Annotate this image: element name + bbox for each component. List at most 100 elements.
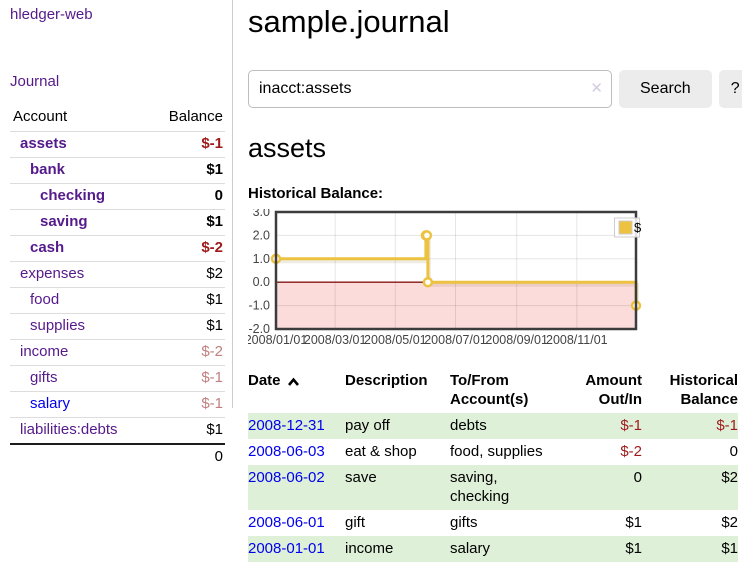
account-row: income $-2 [10, 340, 225, 366]
transaction-date-link[interactable]: 2008-06-02 [248, 469, 325, 486]
transaction-row: 2008-06-01giftgifts$1$2 [248, 510, 738, 536]
transaction-balance: $-1 [642, 413, 738, 439]
transaction-row: 2008-06-03eat & shopfood, supplies$-20 [248, 439, 738, 465]
transaction-balance: 0 [642, 439, 738, 465]
transaction-description: gift [345, 510, 450, 536]
account-link[interactable]: expenses [20, 265, 84, 282]
help-button[interactable]: ? [719, 70, 742, 108]
account-link[interactable]: cash [30, 239, 64, 256]
account-balance: 0 [150, 184, 225, 210]
account-link[interactable]: salary [30, 395, 70, 412]
sidebar-item-journal[interactable]: Journal [10, 73, 225, 90]
transaction-date-link[interactable]: 2008-01-01 [248, 540, 325, 557]
x-axis-tick-label: 2008/07/01 [424, 333, 487, 347]
transaction-accounts: gifts [450, 510, 560, 536]
chart-heading: Historical Balance: [248, 185, 738, 202]
account-link[interactable]: supplies [30, 317, 85, 334]
legend-label: $ [634, 220, 642, 235]
account-link[interactable]: bank [30, 161, 65, 178]
transaction-amount: 0 [560, 465, 642, 510]
transaction-amount: $-2 [560, 439, 642, 465]
account-row: supplies $1 [10, 314, 225, 340]
account-balance: $1 [150, 314, 225, 340]
accounts-table-body: assets$-1bank$1checking0saving$1cash$-2e… [10, 132, 225, 445]
search-button[interactable]: Search [619, 70, 712, 108]
transaction-accounts: debts [450, 413, 560, 439]
transaction-row: 2008-06-02 savesaving, checking0$2 [248, 465, 738, 510]
account-link[interactable]: food [30, 291, 59, 308]
transaction-date-link[interactable]: 2008-12-31 [248, 417, 325, 434]
transaction-description: save [345, 465, 450, 510]
account-link[interactable]: income [20, 343, 68, 360]
account-heading: assets [248, 133, 738, 164]
account-balance: $-1 [150, 132, 225, 158]
sidebar-divider [232, 0, 233, 408]
search-input-wrap: ✕ [248, 70, 612, 108]
account-row: salary $-1 [10, 392, 225, 418]
account-balance: $1 [150, 418, 225, 445]
account-link[interactable]: gifts [30, 369, 58, 386]
historical-balance-chart: $3.02.01.00.0-1.0-2.02008/01/012008/03/0… [248, 209, 643, 349]
account-balance: $2 [150, 262, 225, 288]
transaction-row: 2008-01-01incomesalary$1$1 [248, 536, 738, 562]
chart-svg: $3.02.01.00.0-1.0-2.02008/01/012008/03/0… [248, 209, 643, 349]
account-link[interactable]: checking [40, 187, 105, 204]
main-content: sample.journal ✕ Search ? assets Histori… [248, 0, 738, 562]
search-form: ✕ Search ? [248, 70, 738, 108]
x-axis-tick-label: 2008/09/01 [485, 333, 548, 347]
register-col-balance: Historical Balance [642, 369, 738, 413]
account-row: cash $-2 [10, 236, 225, 262]
transaction-balance: $2 [642, 465, 738, 510]
transaction-description: pay off [345, 413, 450, 439]
hledger-web-page: hledger-web Journal Account Balance asse… [0, 0, 742, 582]
transaction-balance: $1 [642, 536, 738, 562]
account-balance: $-1 [150, 392, 225, 418]
accounts-table: Account Balance assets $-1 bank $1 checking 0… [10, 104, 225, 470]
account-row: assets $-1 [10, 132, 225, 158]
register-col-date[interactable]: Date [248, 369, 345, 413]
app-title-link[interactable]: hledger-web [10, 6, 225, 23]
account-link[interactable]: liabilities:debts [20, 421, 118, 438]
sidebar: hledger-web Journal Account Balance asse… [0, 0, 232, 470]
search-input[interactable] [248, 70, 612, 108]
page-title: sample.journal [248, 0, 738, 40]
transaction-amount: $1 [560, 536, 642, 562]
legend-swatch [619, 221, 632, 234]
x-axis-tick-label: 2008/11/01 [546, 333, 608, 347]
account-balance: $-2 [150, 236, 225, 262]
account-balance: $-1 [150, 366, 225, 392]
y-axis-tick-label: 2.0 [253, 228, 270, 242]
transaction-date-link[interactable]: 2008-06-03 [248, 443, 325, 460]
data-point-marker [424, 278, 432, 286]
y-axis-tick-label: 1.0 [253, 252, 270, 266]
account-balance: $-2 [150, 340, 225, 366]
account-row: gifts $-1 [10, 366, 225, 392]
transaction-row: 2008-12-31pay offdebts$-1$-1 [248, 413, 738, 439]
register-table-body: 2008-12-31pay offdebts$-1$-12008-06-03ea… [248, 413, 738, 562]
transaction-balance: $2 [642, 510, 738, 536]
x-axis-tick-label: 2008/05/01 [364, 333, 427, 347]
transaction-amount: $-1 [560, 413, 642, 439]
accounts-col-account: Account [10, 104, 150, 132]
clear-search-icon[interactable]: ✕ [590, 79, 603, 99]
register-col-accounts: To/From Account(s) [450, 369, 560, 413]
accounts-header-row: Account Balance [10, 104, 225, 132]
account-link[interactable]: saving [40, 213, 88, 230]
transaction-description: income [345, 536, 450, 562]
y-axis-tick-label: 0.0 [253, 275, 270, 289]
account-row: expenses $2 [10, 262, 225, 288]
account-row: food$1 [10, 288, 225, 314]
x-axis-tick-label: 2008/03/01 [304, 333, 367, 347]
transaction-accounts: food, supplies [450, 439, 560, 465]
accounts-total-balance: 0 [150, 444, 225, 470]
account-link[interactable]: assets [20, 135, 67, 152]
y-axis-tick-label: -1.0 [248, 299, 270, 313]
transaction-accounts: saving, checking [450, 465, 560, 510]
account-balance: $1 [150, 158, 225, 184]
x-axis-tick-label: 2008/01/01 [248, 333, 307, 347]
account-row: bank $1 [10, 158, 225, 184]
accounts-col-balance: Balance [150, 104, 225, 132]
account-row: liabilities:debts $1 [10, 418, 225, 445]
register-col-description: Description [345, 369, 450, 413]
transaction-date-link[interactable]: 2008-06-01 [248, 514, 325, 531]
